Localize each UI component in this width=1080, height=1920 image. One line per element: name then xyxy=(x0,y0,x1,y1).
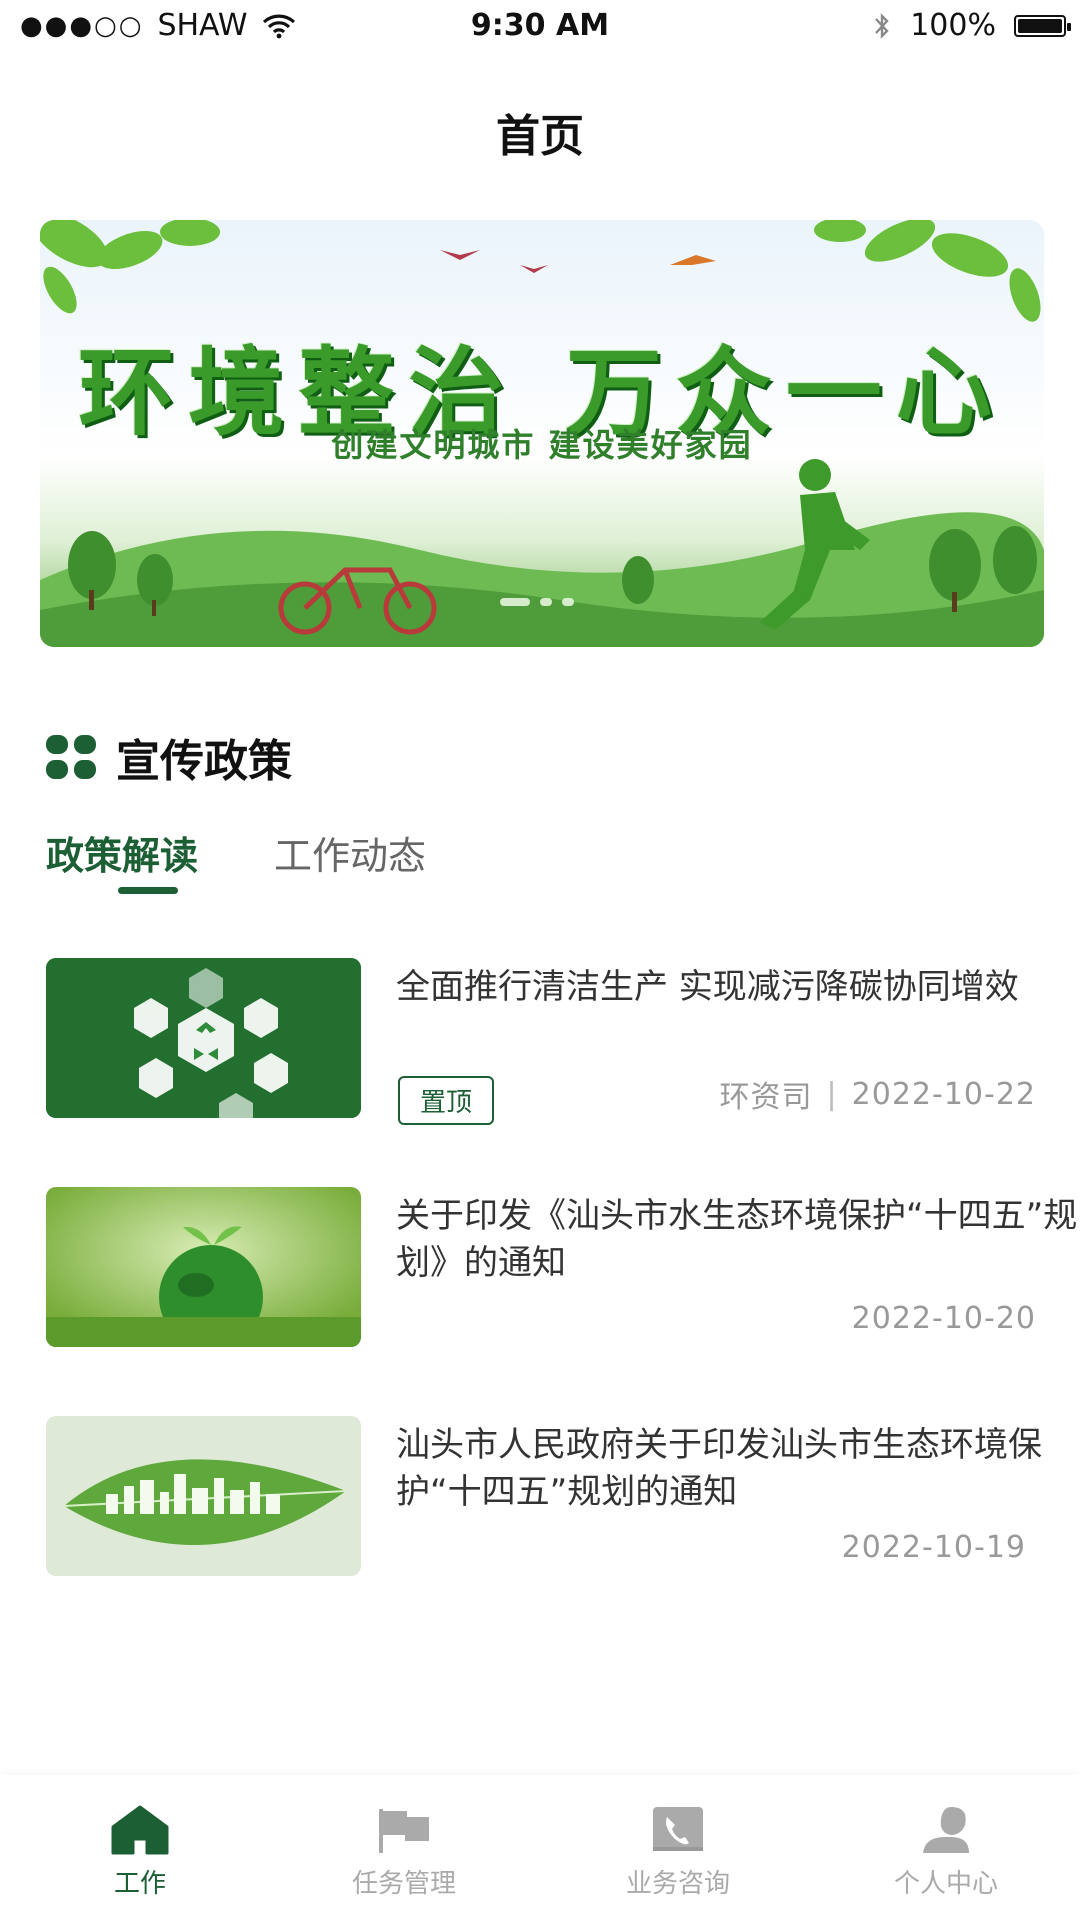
home-icon xyxy=(111,1805,169,1855)
news-title: 全面推行清洁生产 实现减污降碳协同增效 xyxy=(396,967,1019,1007)
news-thumbnail xyxy=(46,958,361,1118)
nav-label: 业务咨询 xyxy=(625,1869,730,1899)
news-title: 汕头市人民政府关于印发汕头市生态环境保护“十四五”规划的通知 xyxy=(396,1425,1042,1512)
battery-icon xyxy=(1014,14,1071,37)
news-list: 全面推行清洁生产 实现减污降碳协同增效 置顶 环资司 | 2022-10-22 xyxy=(46,958,1077,1645)
news-date: 2022-10-19 xyxy=(841,1530,1026,1565)
page-title: 首页 xyxy=(496,111,584,162)
nav-work[interactable]: 工作 xyxy=(40,1805,240,1900)
nav-task-management[interactable]: 任务管理 xyxy=(304,1805,504,1900)
phone-icon xyxy=(653,1807,703,1851)
news-meta: 2022-10-19 xyxy=(842,1530,1026,1565)
tab-bar: 政策解读 工作动态 xyxy=(46,825,426,880)
bluetooth-icon xyxy=(875,12,889,39)
grid-icon xyxy=(46,735,96,779)
flag-icon xyxy=(379,1809,429,1853)
news-item[interactable]: 汕头市人民政府关于印发汕头市生态环境保护“十四五”规划的通知 2022-10-1… xyxy=(46,1416,1042,1645)
pinned-badge: 置顶 xyxy=(398,1076,495,1125)
carousel-dot xyxy=(562,598,574,606)
battery-percent: 100% xyxy=(910,8,996,43)
banner-subtitle: 创建文明城市 建设美好家园 xyxy=(331,426,753,464)
news-thumbnail xyxy=(46,1416,361,1576)
news-date: 2022-10-22 xyxy=(851,1076,1036,1112)
bottom-tab-bar: 工作 任务管理 业务咨询 个人中心 xyxy=(0,1775,1080,1920)
meta-separator: | xyxy=(826,1076,838,1112)
news-source: 环资司 xyxy=(719,1080,813,1115)
nav-personal-center[interactable]: 个人中心 xyxy=(846,1805,1046,1900)
section-title: 宣传政策 xyxy=(116,736,292,787)
news-thumbnail xyxy=(46,1187,361,1347)
nav-label: 工作 xyxy=(113,1869,166,1899)
news-item[interactable]: 关于印发《汕头市水生态环境保护“十四五”规划》的通知 2022-10-20 xyxy=(46,1187,1077,1416)
section-header: 宣传政策 xyxy=(46,725,292,789)
active-tab-indicator xyxy=(118,887,178,894)
carousel-dot xyxy=(540,598,552,606)
nav-label: 个人中心 xyxy=(893,1869,998,1899)
news-date: 2022-10-20 xyxy=(851,1301,1036,1336)
status-right: 100% xyxy=(872,8,1071,43)
banner-carousel[interactable]: 环境整治 万众一心 创建文明城市 建设美好家园 xyxy=(40,220,1044,647)
nav-label: 任务管理 xyxy=(351,1869,456,1899)
news-title: 关于印发《汕头市水生态环境保护“十四五”规划》的通知 xyxy=(396,1196,1078,1283)
carousel-indicator xyxy=(500,598,574,606)
tab-policy-interpretation[interactable]: 政策解读 xyxy=(46,825,198,880)
news-item[interactable]: 全面推行清洁生产 实现减污降碳协同增效 置顶 环资司 | 2022-10-22 xyxy=(46,958,1036,1187)
carousel-dot-active xyxy=(500,598,530,606)
status-bar: ●●●○○ SHAW 9:30 AM 100% xyxy=(0,0,1080,52)
nav-business-consulting[interactable]: 业务咨询 xyxy=(578,1805,778,1900)
tab-work-updates[interactable]: 工作动态 xyxy=(274,825,426,880)
news-meta: 环资司 | 2022-10-22 xyxy=(720,1072,1036,1116)
news-meta: 2022-10-20 xyxy=(852,1301,1036,1336)
person-icon xyxy=(923,1807,969,1853)
